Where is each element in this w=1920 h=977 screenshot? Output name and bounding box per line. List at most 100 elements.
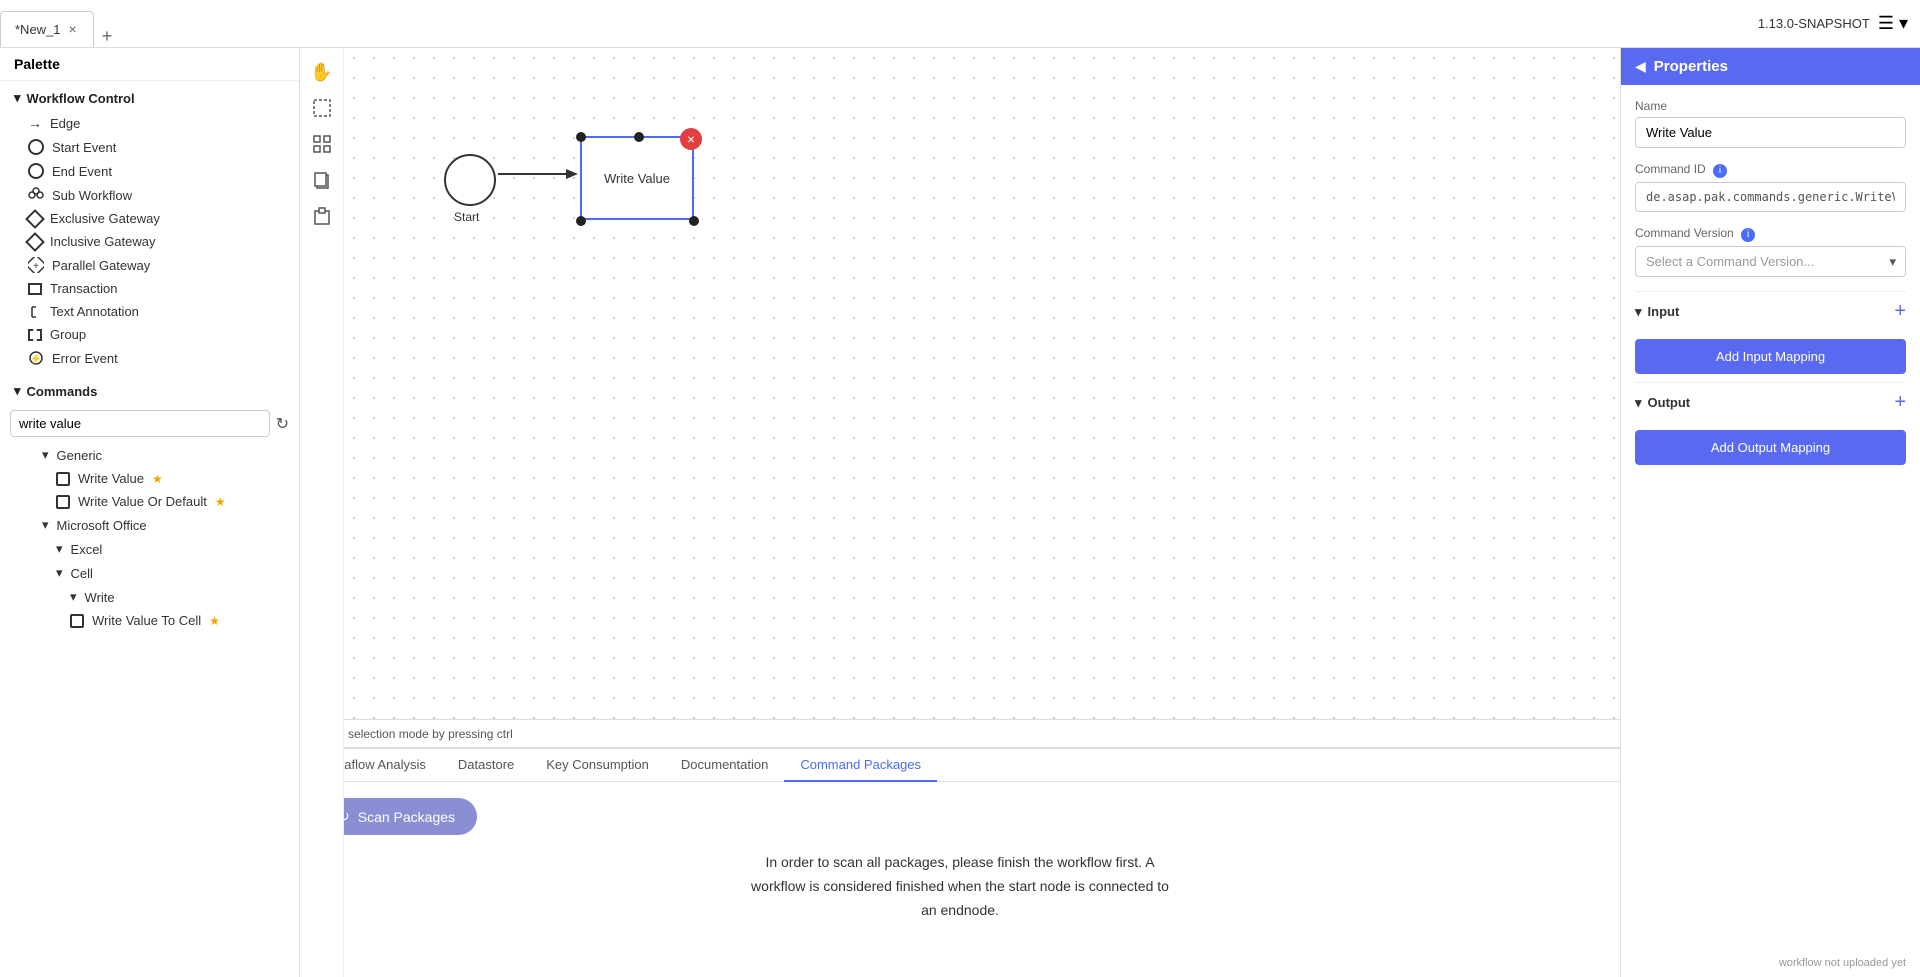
paste-tool-icon xyxy=(312,206,332,226)
command-id-label: Command ID i xyxy=(1635,162,1906,178)
sidebar-item-label: Transaction xyxy=(50,281,117,296)
start-node[interactable] xyxy=(444,154,496,206)
commands-label: Commands xyxy=(27,384,98,399)
sidebar-item-write-value[interactable]: Write Value ★ xyxy=(0,467,299,490)
write-value-or-default-checkbox xyxy=(56,495,70,509)
input-section-row: ▾ Input + xyxy=(1635,291,1906,331)
refresh-button[interactable]: ↻ xyxy=(276,414,289,434)
copy-tool-btn[interactable] xyxy=(306,164,338,196)
sidebar-item-label: Error Event xyxy=(52,351,118,366)
tab-key-consumption[interactable]: Key Consumption xyxy=(530,749,665,782)
command-id-input[interactable] xyxy=(1635,182,1906,212)
sidebar-item-label: Start Event xyxy=(52,140,116,155)
menu-button[interactable]: ☰ ▾ xyxy=(1878,13,1908,34)
workflow-control-header[interactable]: Workflow Control xyxy=(0,85,299,111)
sidebar-item-label: Inclusive Gateway xyxy=(50,234,156,249)
commands-header[interactable]: Commands xyxy=(0,378,299,404)
write-value-node[interactable]: Write Value xyxy=(580,136,694,220)
main-layout: Palette Workflow Control Edge Start Even… xyxy=(0,48,1920,977)
flow-diagram: Start Write Value × xyxy=(444,128,784,258)
name-input[interactable] xyxy=(1635,117,1906,148)
sidebar-item-start-event[interactable]: Start Event xyxy=(0,135,299,159)
hand-tool-btn[interactable]: ✋ xyxy=(306,56,338,88)
add-output-btn[interactable]: + xyxy=(1894,391,1906,414)
command-version-select[interactable]: Select a Command Version... xyxy=(1635,246,1906,277)
tab-add-btn[interactable]: + xyxy=(94,26,121,47)
sidebar-item-inclusive-gateway[interactable]: Inclusive Gateway xyxy=(0,230,299,253)
handle-top-left xyxy=(576,132,586,142)
grid-tool-btn[interactable] xyxy=(306,128,338,160)
sidebar: Palette Workflow Control Edge Start Even… xyxy=(0,48,300,977)
sidebar-item-label: Group xyxy=(50,327,86,342)
command-version-select-wrapper: Select a Command Version... ▾ xyxy=(1635,246,1906,277)
sidebar-item-label: Edge xyxy=(50,116,80,131)
copy-tool-icon xyxy=(312,170,332,190)
exclusive-gateway-icon xyxy=(25,209,45,229)
tab-close-btn[interactable]: × xyxy=(67,21,79,37)
add-input-mapping-btn[interactable]: Add Input Mapping xyxy=(1635,339,1906,374)
svg-text:⚡: ⚡ xyxy=(30,352,42,365)
workflow-control-label: Workflow Control xyxy=(27,91,135,106)
status-bar: toggle selection mode by pressing ctrl xyxy=(300,719,1620,747)
add-output-mapping-btn[interactable]: Add Output Mapping xyxy=(1635,430,1906,465)
write-group-header[interactable]: Write xyxy=(0,585,299,609)
sidebar-item-transaction[interactable]: Transaction xyxy=(0,277,299,300)
input-section-label: ▾ Input xyxy=(1635,304,1679,320)
inclusive-gateway-icon xyxy=(25,232,45,252)
sub-workflow-icon xyxy=(28,187,44,203)
output-chevron-icon: ▾ xyxy=(1635,395,1642,411)
bottom-panel: Dataflow Analysis Datastore Key Consumpt… xyxy=(300,747,1620,977)
tab-command-packages[interactable]: Command Packages xyxy=(784,749,937,782)
paste-tool-btn[interactable] xyxy=(306,200,338,232)
version-label: 1.13.0-SNAPSHOT xyxy=(1758,16,1870,31)
commands-search-input[interactable] xyxy=(10,410,270,437)
excel-group-header[interactable]: Excel xyxy=(0,537,299,561)
sidebar-item-edge[interactable]: Edge xyxy=(0,111,299,135)
command-id-info-icon: i xyxy=(1713,164,1727,178)
canvas-area[interactable]: Start Write Value × xyxy=(344,48,1620,719)
end-event-icon xyxy=(28,163,44,179)
handle-bottom-right xyxy=(689,216,699,226)
excel-label: Excel xyxy=(71,542,103,557)
canvas-toolbar: ✋ xyxy=(300,48,344,977)
sidebar-item-parallel-gateway[interactable]: + Parallel Gateway xyxy=(0,253,299,277)
cell-label: Cell xyxy=(71,566,93,581)
bottom-message: In order to scan all packages, please fi… xyxy=(751,851,1169,922)
sidebar-item-exclusive-gateway[interactable]: Exclusive Gateway xyxy=(0,207,299,230)
cell-group-header[interactable]: Cell xyxy=(0,561,299,585)
add-input-btn[interactable]: + xyxy=(1894,300,1906,323)
sidebar-item-label: Write Value Or Default xyxy=(78,494,207,509)
bottom-tabs: Dataflow Analysis Datastore Key Consumpt… xyxy=(300,749,1620,782)
group-icon xyxy=(28,329,42,341)
sidebar-item-label: Parallel Gateway xyxy=(52,258,150,273)
tab-new1[interactable]: *New_1 × xyxy=(0,11,94,47)
write-value-to-cell-checkbox xyxy=(70,614,84,628)
microsoft-office-group-header[interactable]: Microsoft Office xyxy=(0,513,299,537)
properties-header: ◀ Properties xyxy=(1621,48,1920,85)
sidebar-item-write-value-to-cell[interactable]: Write Value To Cell ★ xyxy=(0,609,299,632)
delete-node-btn[interactable]: × xyxy=(680,128,702,150)
write-value-checkbox xyxy=(56,472,70,486)
output-section-label: ▾ Output xyxy=(1635,395,1690,411)
sidebar-item-end-event[interactable]: End Event xyxy=(0,159,299,183)
sidebar-item-label: Exclusive Gateway xyxy=(50,211,160,226)
sidebar-item-error-event[interactable]: ⚡ Error Event xyxy=(0,346,299,370)
commands-chevron xyxy=(14,383,21,399)
select-tool-btn[interactable] xyxy=(306,92,338,124)
ms-office-label: Microsoft Office xyxy=(57,518,147,533)
excel-chevron xyxy=(56,541,63,557)
tab-datastore[interactable]: Datastore xyxy=(442,749,530,782)
tab-area: *New_1 × + xyxy=(0,0,1758,47)
commands-section: Commands ↻ Generic Write Value ★ Write V… xyxy=(0,374,299,636)
sidebar-item-write-value-or-default[interactable]: Write Value Or Default ★ xyxy=(0,490,299,513)
sidebar-item-text-annotation[interactable]: Text Annotation xyxy=(0,300,299,323)
transaction-icon xyxy=(28,283,42,295)
properties-collapse-btn[interactable]: ◀ xyxy=(1635,58,1646,75)
sidebar-item-label: Write Value To Cell xyxy=(92,613,201,628)
sidebar-item-sub-workflow[interactable]: Sub Workflow xyxy=(0,183,299,207)
sidebar-item-group[interactable]: Group xyxy=(0,323,299,346)
error-event-icon: ⚡ xyxy=(28,350,44,366)
generic-group-header[interactable]: Generic xyxy=(0,443,299,467)
sidebar-item-label: End Event xyxy=(52,164,112,179)
tab-documentation[interactable]: Documentation xyxy=(665,749,784,782)
